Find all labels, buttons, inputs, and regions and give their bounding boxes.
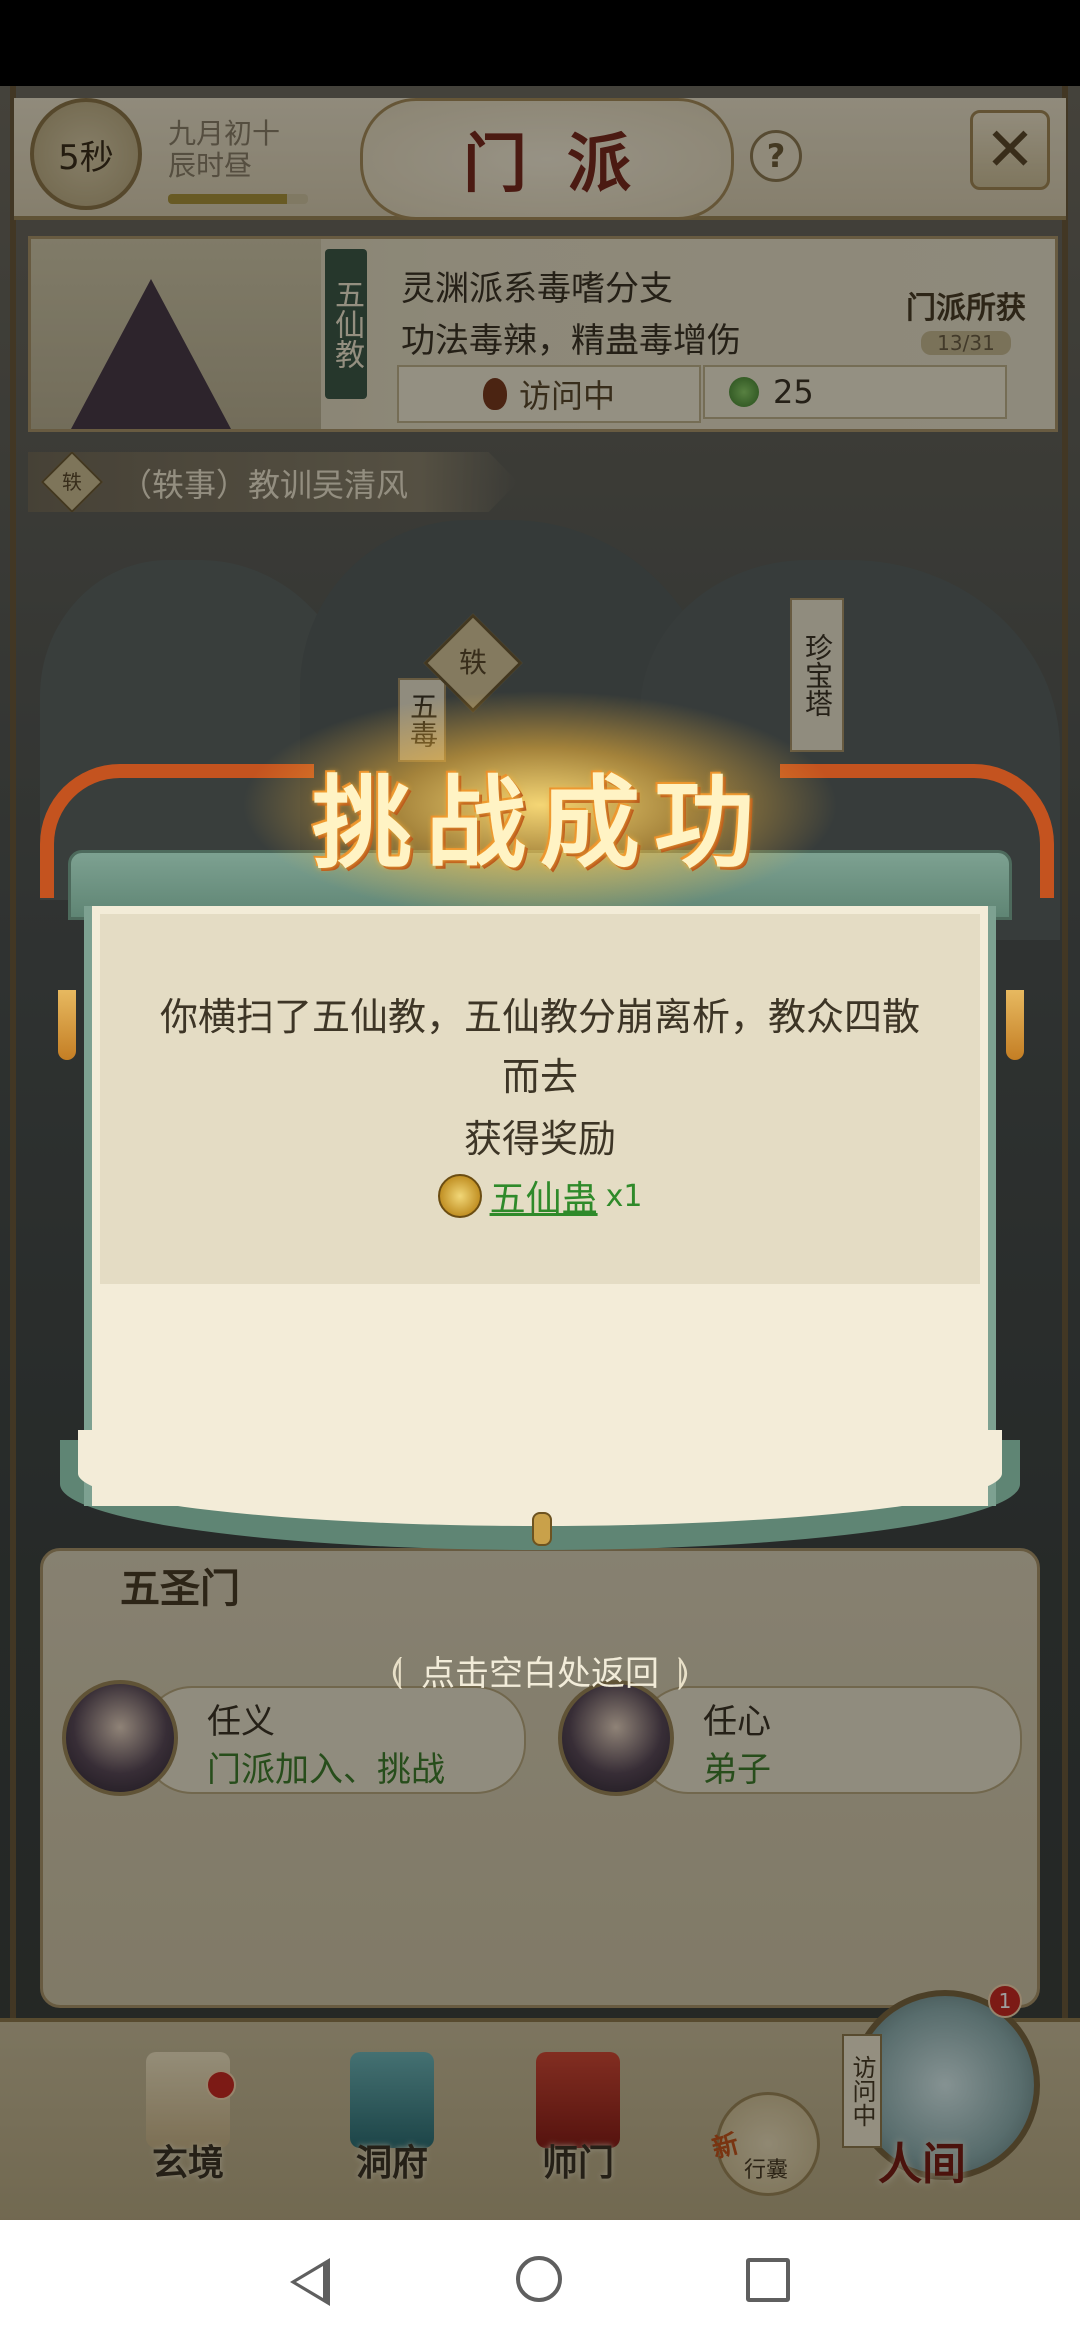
result-message-line1: 你横扫了五仙教，五仙教分崩离析，教众四散: [159, 995, 920, 1039]
tassel-left: [58, 990, 76, 1060]
screen: 5秒 九月初十 辰时昼 门派 ? ✕ 五仙教 灵渊派系毒嗜分支 功法毒辣，精蛊毒…: [0, 0, 1080, 2340]
reward-quantity: x1: [605, 1178, 643, 1214]
back-icon-inner: [296, 2266, 323, 2298]
tassel-right: [1006, 990, 1024, 1060]
return-hint-text: 点击空白处返回: [421, 1654, 659, 1694]
scroll-clasp: [532, 1512, 552, 1546]
gu-icon: [437, 1174, 482, 1218]
swirl-left-icon: ⟬: [390, 1650, 403, 1691]
home-icon[interactable]: [516, 2256, 562, 2302]
reward-name-link[interactable]: 五仙蛊: [490, 1170, 598, 1222]
return-hint: ⟬ 点击空白处返回 ⟭: [0, 1646, 1080, 1695]
status-bar: [0, 0, 1080, 86]
reward-item: 五仙蛊 x1: [0, 1170, 1080, 1222]
challenge-success-title: 挑战成功: [312, 764, 768, 882]
recents-icon[interactable]: [746, 2258, 790, 2302]
result-message-line2: 而去: [501, 1055, 578, 1099]
swirl-right-icon: ⟭: [677, 1650, 690, 1691]
reward-title: 获得奖励: [463, 1117, 616, 1161]
